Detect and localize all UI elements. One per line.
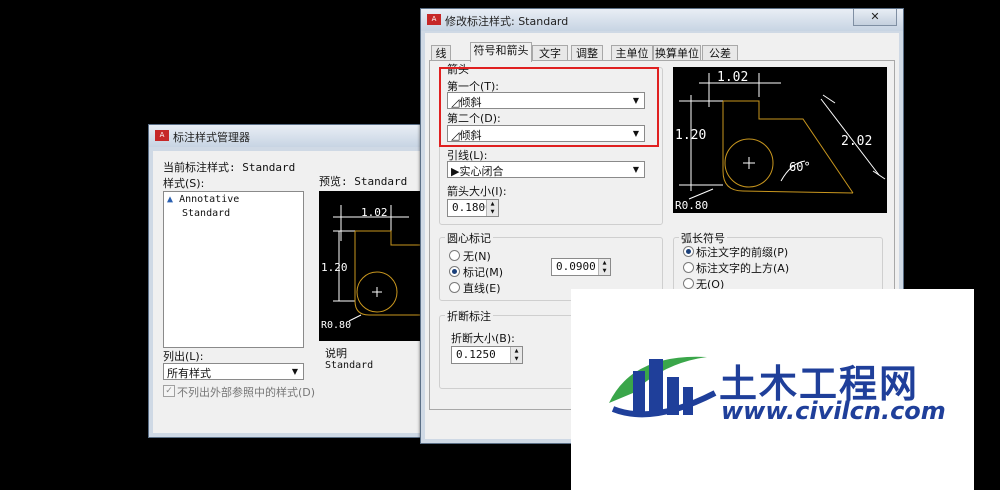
- preview-dim-top: 1.02: [717, 70, 748, 85]
- arrow-size-label: 箭头大小(I):: [447, 185, 507, 198]
- arc-above-label: 标注文字的上方(A): [696, 262, 790, 275]
- arc-prefix-radio[interactable]: [683, 246, 694, 257]
- description-box: 说明 Standard: [319, 343, 429, 421]
- center-mark-size-input[interactable]: 0.0900 ▲ ▼: [551, 258, 611, 276]
- list-item[interactable]: Standard: [182, 208, 230, 219]
- leader-select[interactable]: ▶实心闭合 ▼: [447, 161, 645, 178]
- autocad-app-icon: A: [155, 130, 169, 141]
- tab-text[interactable]: 文字: [532, 45, 568, 61]
- modify-preview: 1.02 1.20 2.02 60° R0.80: [673, 67, 887, 213]
- dim-break-group-title: 折断标注: [445, 308, 493, 324]
- preview-dim-right: 2.02: [841, 134, 872, 149]
- spin-buttons[interactable]: ▲ ▼: [510, 347, 522, 363]
- center-mark-none-radio[interactable]: [449, 250, 460, 261]
- styles-list[interactable]: ▲ Annotative Standard: [163, 191, 304, 348]
- preview-label: 预览: Standard: [319, 175, 408, 188]
- preview-dim-angle: 60°: [789, 160, 811, 174]
- exclude-xref-label: 不列出外部参照中的样式(D): [177, 386, 316, 399]
- break-size-label: 折断大小(B):: [451, 332, 515, 345]
- arc-above-radio[interactable]: [683, 262, 694, 273]
- highlight-box: [439, 67, 659, 147]
- description-label: 说明: [325, 347, 347, 360]
- manager-preview-drawing: 1.02 1.20 R0.80: [321, 205, 429, 331]
- preview-dim-left: 1.20: [675, 128, 706, 143]
- chevron-down-icon: ▼: [632, 165, 640, 174]
- list-item[interactable]: ▲ Annotative: [167, 194, 239, 205]
- civilcn-logo-icon: [609, 356, 717, 418]
- spin-buttons[interactable]: ▲ ▼: [486, 200, 498, 216]
- list-label: 列出(L):: [163, 350, 204, 363]
- manager-preview: 1.02 1.20 R0.80: [319, 191, 429, 341]
- preview-dim-top: 1.02: [361, 206, 388, 219]
- close-icon: ✕: [870, 10, 880, 23]
- center-mark-mark-label: 标记(M): [463, 266, 504, 279]
- dimstyle-manager-window: A 标注样式管理器 当前标注样式: Standard 样式(S): ▲ Anno…: [148, 124, 430, 438]
- tab-fit[interactable]: 调整: [571, 45, 603, 61]
- center-marks-group-title: 圆心标记: [445, 230, 493, 246]
- preview-dim-radius: R0.80: [675, 199, 708, 212]
- break-size-input[interactable]: 0.1250 ▲ ▼: [451, 346, 523, 364]
- exclude-xref-checkbox[interactable]: ✓: [163, 385, 175, 397]
- preview-dim-radius: R0.80: [321, 320, 351, 331]
- manager-titlebar[interactable]: A 标注样式管理器: [149, 125, 429, 147]
- description-value: Standard: [325, 360, 374, 371]
- tab-tolerances[interactable]: 公差: [702, 45, 738, 61]
- watermark-url: www.civilcn.com: [721, 397, 946, 425]
- close-button[interactable]: ✕: [853, 9, 897, 26]
- list-select[interactable]: 所有样式 ▼: [163, 363, 304, 380]
- tab-symbols-arrows[interactable]: 符号和箭头: [470, 42, 532, 62]
- styles-label: 样式(S):: [163, 177, 205, 190]
- arc-prefix-label: 标注文字的前缀(P): [696, 246, 789, 259]
- spin-buttons[interactable]: ▲ ▼: [598, 259, 610, 275]
- center-mark-none-label: 无(N): [463, 250, 491, 263]
- chevron-down-icon: ▼: [291, 367, 299, 376]
- arrow-size-input[interactable]: 0.1800 ▲ ▼: [447, 199, 499, 217]
- center-mark-line-label: 直线(E): [463, 282, 501, 295]
- autocad-app-icon: A: [427, 14, 441, 25]
- manager-title: 标注样式管理器: [173, 131, 250, 144]
- current-style-label: 当前标注样式: Standard: [163, 161, 296, 174]
- preview-dim-left: 1.20: [321, 261, 348, 274]
- arc-none-radio[interactable]: [683, 278, 694, 289]
- modify-preview-drawing: 1.02 1.20 2.02 60° R0.80: [675, 70, 886, 212]
- manager-body: 当前标注样式: Standard 样式(S): ▲ Annotative Sta…: [153, 151, 429, 433]
- modify-titlebar[interactable]: A 修改标注样式: Standard ✕: [421, 9, 903, 31]
- tab-lines[interactable]: 线: [431, 45, 451, 61]
- annotative-icon: ▲: [167, 194, 174, 205]
- tab-primary-units[interactable]: 主单位: [611, 45, 653, 61]
- center-mark-mark-radio[interactable]: [449, 266, 460, 277]
- modify-title: 修改标注样式: Standard: [445, 15, 569, 28]
- tab-alternate-units[interactable]: 换算单位: [653, 45, 701, 61]
- center-mark-line-radio[interactable]: [449, 282, 460, 293]
- watermark-panel: 土木工程网 www.civilcn.com: [571, 289, 974, 490]
